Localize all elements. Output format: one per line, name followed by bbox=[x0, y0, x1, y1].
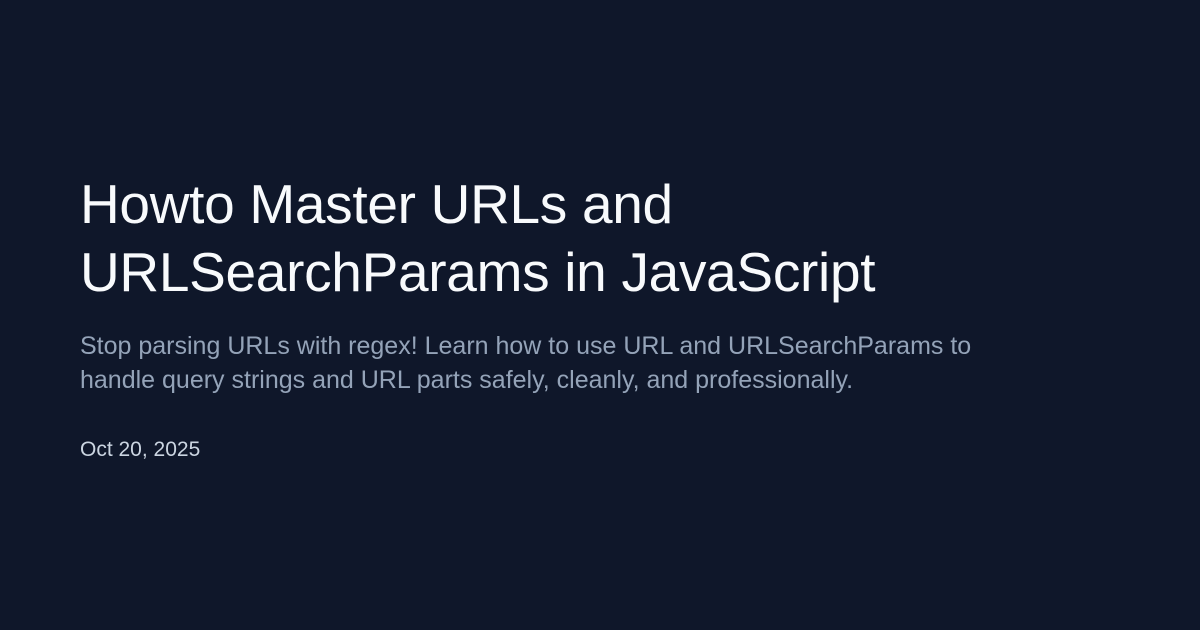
post-description: Stop parsing URLs with regex! Learn how … bbox=[80, 329, 1110, 397]
post-date: Oct 20, 2025 bbox=[80, 438, 201, 461]
post-title-line: Howto Master URLs and bbox=[80, 173, 673, 235]
social-preview-card: Howto Master URLs and URLSearchParams in… bbox=[0, 0, 1200, 630]
post-description-line: Stop parsing URLs with regex! Learn how … bbox=[80, 332, 972, 360]
post-title-line: URLSearchParams in JavaScript bbox=[80, 241, 876, 303]
post-description-line: handle query strings and URL parts safel… bbox=[80, 366, 854, 394]
post-title: Howto Master URLs and URLSearchParams in… bbox=[80, 170, 1080, 306]
